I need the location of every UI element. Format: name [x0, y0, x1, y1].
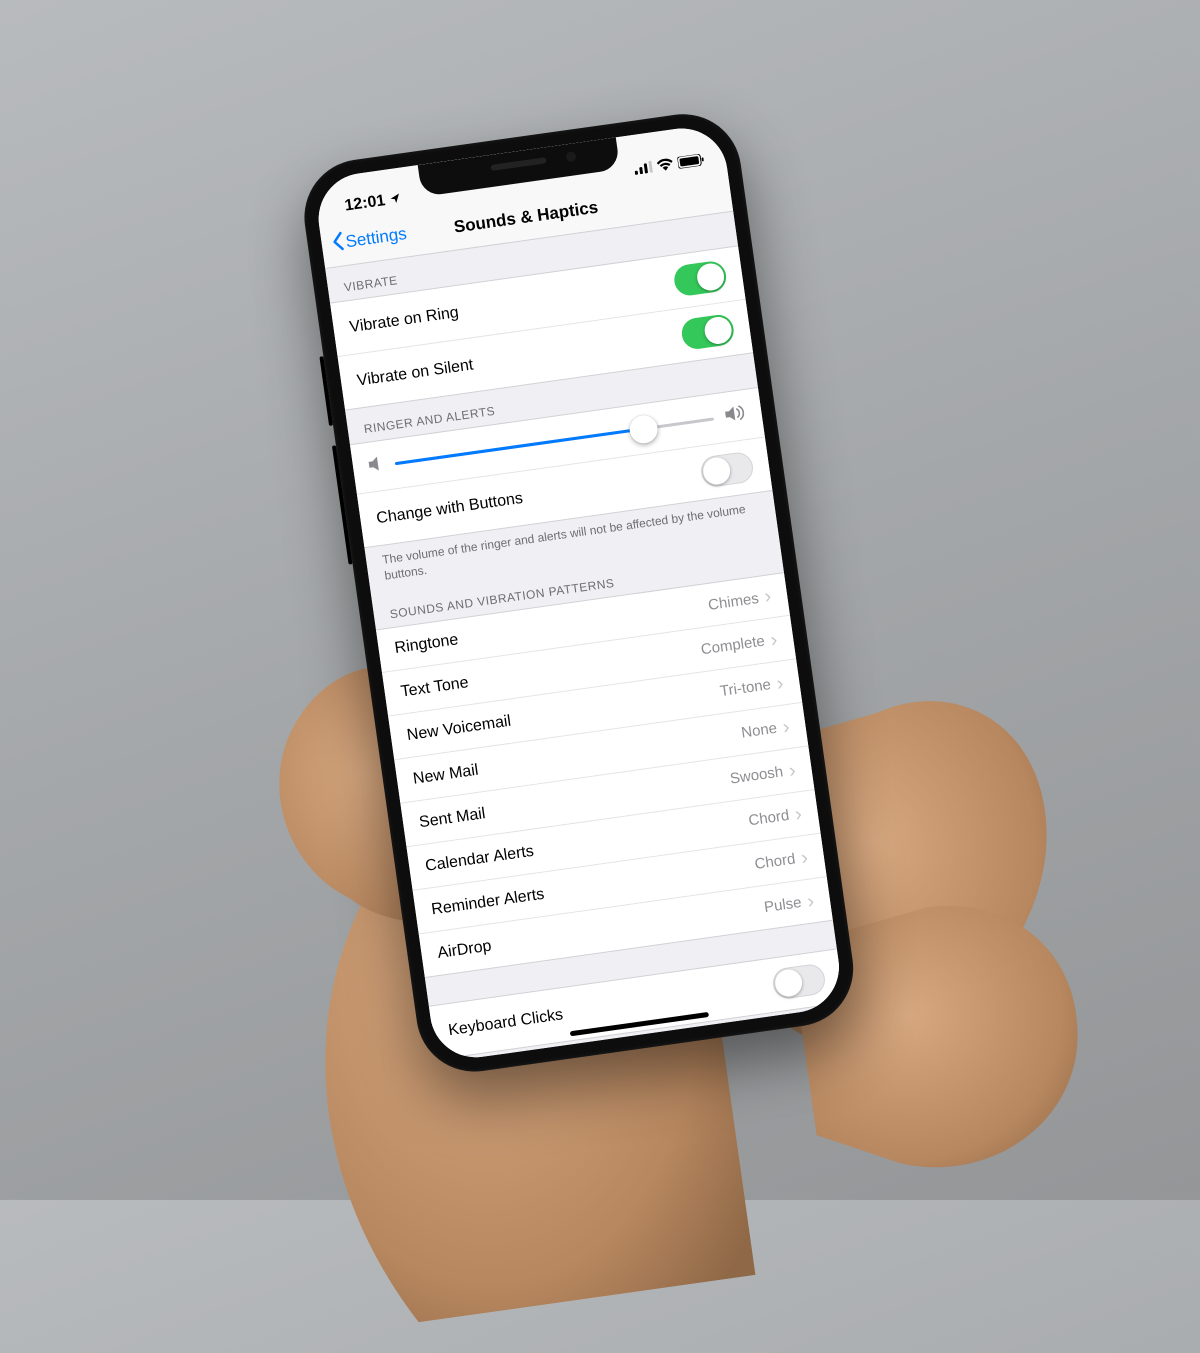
back-button[interactable]: Settings: [330, 221, 408, 256]
chevron-right-icon: ›: [794, 804, 803, 825]
toggle-keyboard-clicks[interactable]: [771, 963, 827, 1001]
volume-high-icon: [724, 404, 747, 428]
row-label: Vibrate on Silent: [356, 356, 474, 390]
location-arrow-icon: [388, 191, 402, 208]
page-title: Sounds & Haptics: [453, 197, 600, 237]
toggle-vibrate-on-ring[interactable]: [672, 259, 728, 297]
chevron-right-icon: ›: [806, 891, 815, 912]
chevron-right-icon: ›: [800, 848, 809, 869]
wifi-icon: [656, 158, 674, 172]
row-detail: Tri-tone: [719, 677, 772, 701]
row-label: Ringtone: [394, 632, 460, 659]
row-label: Keyboard Clicks: [447, 1006, 564, 1040]
row-label: Calendar Alerts: [424, 843, 535, 876]
chevron-right-icon: ›: [788, 760, 797, 781]
row-label: New Voicemail: [406, 713, 512, 745]
row-label: Sent Mail: [418, 805, 487, 832]
battery-icon: [677, 153, 704, 169]
chevron-right-icon: ›: [775, 673, 784, 694]
toggle-change-with-buttons[interactable]: [699, 451, 755, 489]
chevron-right-icon: ›: [769, 630, 778, 651]
row-label: AirDrop: [436, 937, 492, 962]
row-label: Text Tone: [400, 674, 470, 701]
row-detail: Pulse: [763, 894, 803, 916]
row-label: Vibrate on Ring: [348, 303, 459, 336]
chevron-right-icon: ›: [763, 587, 772, 608]
back-label: Settings: [344, 224, 408, 252]
row-detail: Chord: [748, 807, 791, 830]
row-detail: Complete: [700, 633, 766, 659]
row-label: Change with Buttons: [375, 489, 524, 527]
chevron-right-icon: ›: [781, 717, 790, 738]
volume-low-icon: [368, 455, 385, 478]
toggle-vibrate-on-silent[interactable]: [680, 313, 736, 351]
row-detail: Swoosh: [729, 764, 784, 788]
row-detail: Chimes: [707, 590, 760, 614]
row-label: Reminder Alerts: [430, 886, 545, 920]
chevron-left-icon: [330, 230, 345, 256]
row-detail: None: [740, 720, 778, 742]
row-detail: Chord: [754, 851, 797, 874]
row-label: New Mail: [412, 762, 480, 789]
cellular-signal-icon: [634, 161, 653, 175]
status-time: 12:01: [344, 192, 387, 216]
